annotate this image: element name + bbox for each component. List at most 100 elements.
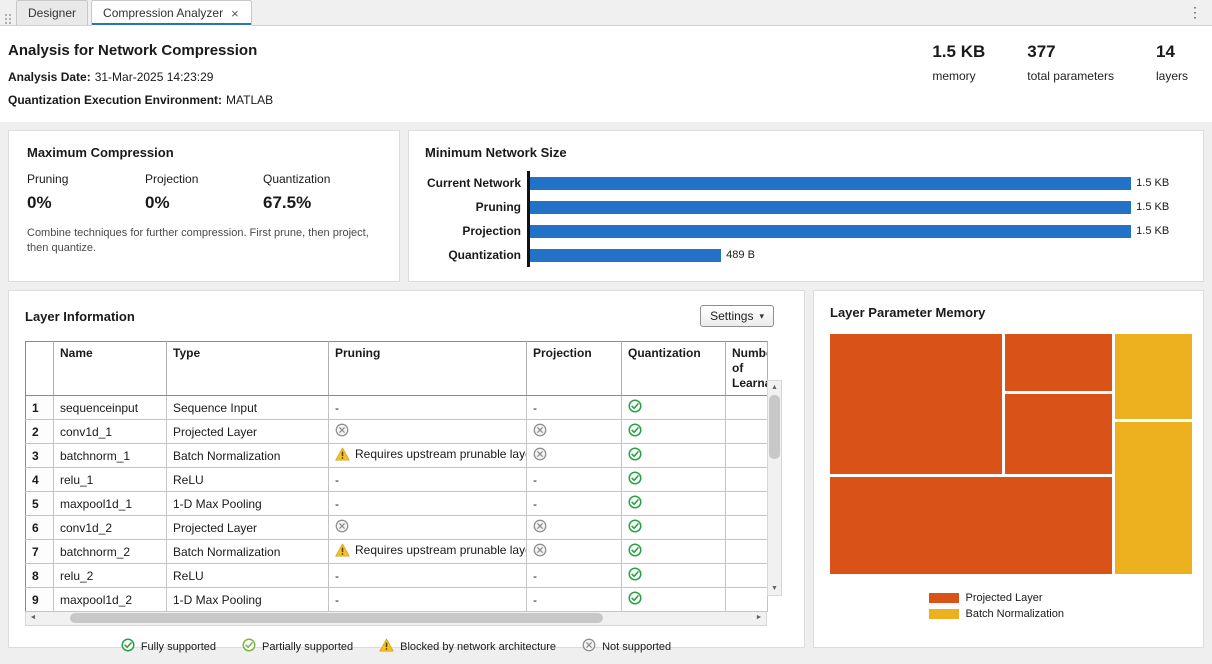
analysis-date-value: 31-Mar-2025 14:23:29	[95, 70, 214, 84]
overflow-menu-icon[interactable]: ⋮	[1188, 4, 1202, 21]
table-row[interactable]: 1sequenceinputSequence Input--	[26, 396, 768, 420]
col-quantization: Quantization	[622, 342, 726, 396]
row-number: 3	[26, 444, 54, 468]
layer-type-cell: 1-D Max Pooling	[167, 588, 329, 612]
bar-value-label: 489 B	[726, 249, 755, 261]
stat-value: 14	[1156, 42, 1188, 62]
layer-table: Name Type Pruning Projection Quantizatio…	[25, 341, 768, 612]
col-pruning: Pruning	[329, 342, 527, 396]
horizontal-scrollbar-thumb[interactable]	[70, 613, 603, 623]
learnables-cell	[726, 588, 768, 612]
minimum-network-size-card: Minimum Network Size Current Network1.5 …	[408, 130, 1204, 282]
bar-area: 1.5 KB	[527, 219, 1187, 243]
scroll-up-icon[interactable]: ▲	[768, 381, 781, 394]
cell-text: -	[335, 569, 339, 583]
pruning-cell	[329, 420, 527, 444]
pruning-cell	[329, 516, 527, 540]
table-row[interactable]: 7batchnorm_2Batch NormalizationRequires …	[26, 540, 768, 564]
layer-name-cell: maxpool1d_1	[54, 492, 167, 516]
cell-text: -	[533, 593, 537, 607]
quantization-cell	[622, 420, 726, 444]
table-row[interactable]: 2conv1d_1Projected Layer	[26, 420, 768, 444]
quantization-cell	[622, 516, 726, 540]
metric-value: 67.5%	[263, 193, 381, 213]
stat-label: layers	[1156, 69, 1188, 83]
table-row[interactable]: 5maxpool1d_11-D Max Pooling--	[26, 492, 768, 516]
table-row[interactable]: 4relu_1ReLU--	[26, 468, 768, 492]
check-icon	[628, 423, 642, 440]
vertical-scrollbar-thumb[interactable]	[769, 395, 780, 459]
vertical-scrollbar[interactable]: ▲ ▼	[767, 380, 782, 596]
card-title: Layer Information	[25, 309, 135, 324]
table-row[interactable]: 8relu_2ReLU--	[26, 564, 768, 588]
analysis-header: Analysis for Network Compression Analysi…	[0, 26, 1212, 122]
learnables-cell	[726, 444, 768, 468]
check-icon	[628, 399, 642, 416]
layer-name-cell: batchnorm_1	[54, 444, 167, 468]
row-number: 6	[26, 516, 54, 540]
cell-text: -	[533, 569, 537, 583]
legend-item: Not supported	[582, 638, 671, 655]
projection-cell: -	[527, 588, 622, 612]
row-number: 1	[26, 396, 54, 420]
quantization-cell	[622, 564, 726, 588]
learnables-cell	[726, 540, 768, 564]
pruning-cell: Requires upstream prunable layer	[329, 444, 527, 468]
not-supported-icon	[533, 447, 547, 464]
legend-label: Batch Normalization	[966, 608, 1064, 620]
layer-info-header: Layer Information Settings ▾	[25, 303, 788, 329]
bar-category-label: Projection	[425, 224, 527, 238]
learnables-cell	[726, 492, 768, 516]
cell-text: -	[533, 497, 537, 511]
legend-label: Partially supported	[262, 641, 353, 653]
quantization-cell	[622, 444, 726, 468]
maximum-compression-card: Maximum Compression Pruning 0% Projectio…	[8, 130, 400, 282]
scroll-down-icon[interactable]: ▼	[768, 582, 781, 595]
table-row[interactable]: 3batchnorm_1Batch NormalizationRequires …	[26, 444, 768, 468]
legend-label: Blocked by network architecture	[400, 641, 556, 653]
close-tab-icon[interactable]: ×	[230, 7, 240, 20]
projection-cell	[527, 540, 622, 564]
col-name: Name	[54, 342, 167, 396]
panel-grip-icon[interactable]	[5, 14, 7, 16]
bar-value-label: 1.5 KB	[1136, 225, 1169, 237]
metric-value: 0%	[145, 193, 263, 213]
quantization-cell	[622, 396, 726, 420]
check-icon	[628, 519, 642, 536]
check-icon	[121, 638, 135, 655]
bar-area: 1.5 KB	[527, 195, 1187, 219]
compression-metrics: Pruning 0% Projection 0% Quantization 67…	[27, 172, 381, 213]
tab-designer[interactable]: Designer	[16, 0, 88, 25]
settings-button[interactable]: Settings ▾	[700, 305, 774, 327]
cell-text: Requires upstream prunable layer	[355, 543, 527, 557]
projection-cell: -	[527, 564, 622, 588]
content-area: Maximum Compression Pruning 0% Projectio…	[0, 122, 1212, 664]
table-row[interactable]: 9maxpool1d_21-D Max Pooling--	[26, 588, 768, 612]
table-row[interactable]: 6conv1d_2Projected Layer	[26, 516, 768, 540]
stat-total-parameters: 377 total parameters	[1027, 42, 1114, 83]
legend-label: Projected Layer	[966, 592, 1043, 604]
summary-stats: 1.5 KB memory 377 total parameters 14 la…	[932, 42, 1188, 83]
stat-memory: 1.5 KB memory	[932, 42, 985, 83]
bar	[530, 249, 721, 262]
not-supported-icon	[335, 423, 349, 440]
stat-label: memory	[932, 69, 985, 83]
pruning-cell: -	[329, 492, 527, 516]
not-supported-icon	[533, 519, 547, 536]
cell-text: -	[335, 497, 339, 511]
horizontal-scrollbar[interactable]: ◄ ►	[25, 612, 767, 626]
legend-item: Fully supported	[121, 638, 216, 655]
col-type: Type	[167, 342, 329, 396]
layer-type-cell: Sequence Input	[167, 396, 329, 420]
stat-label: total parameters	[1027, 69, 1114, 83]
tab-compression-analyzer[interactable]: Compression Analyzer ×	[91, 0, 252, 26]
support-legend: Fully supported Partially supported Blocke…	[25, 638, 767, 655]
scroll-right-icon[interactable]: ►	[752, 612, 766, 624]
quantization-cell	[622, 468, 726, 492]
metric-projection: Projection 0%	[145, 172, 263, 213]
row-number: 5	[26, 492, 54, 516]
pruning-cell: -	[329, 396, 527, 420]
bar-category-label: Pruning	[425, 200, 527, 214]
scroll-left-icon[interactable]: ◄	[26, 612, 40, 624]
check-partial-icon	[242, 638, 256, 655]
